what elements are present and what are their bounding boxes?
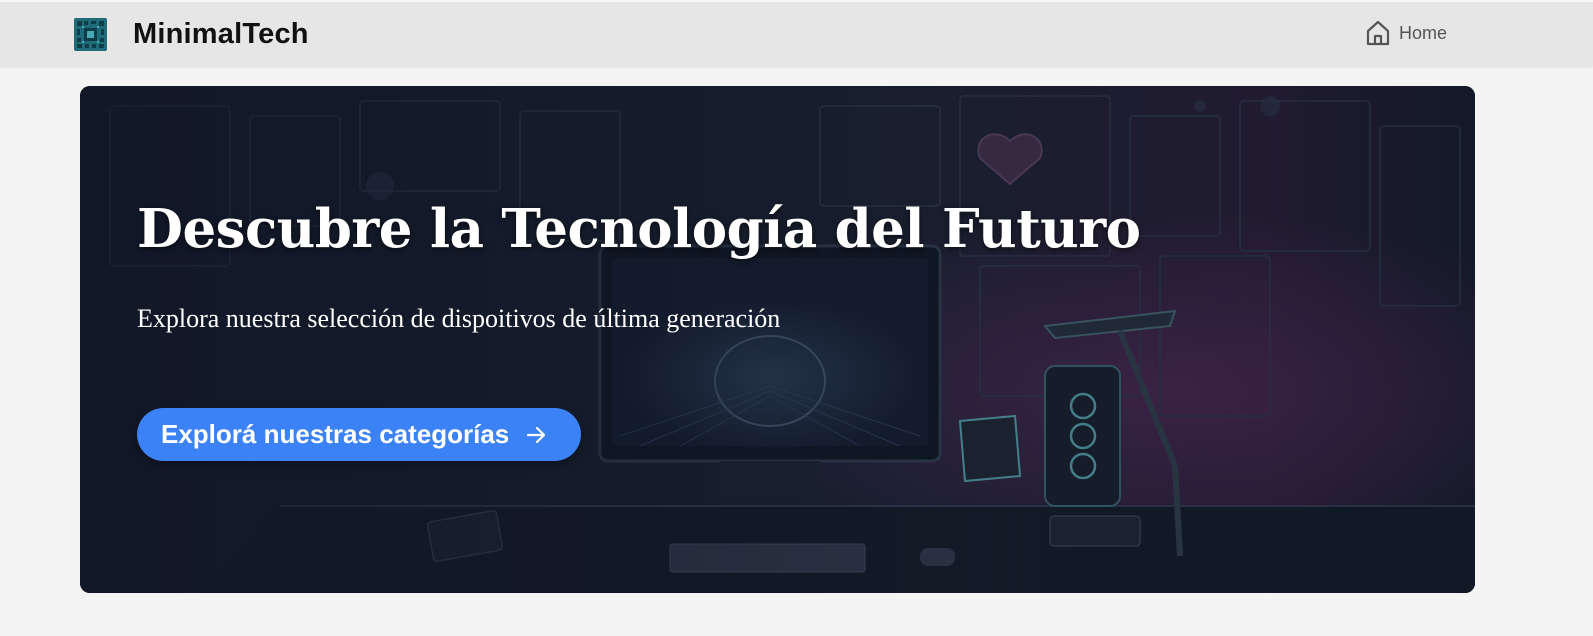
brand[interactable]: MinimalTech — [74, 16, 309, 52]
brand-name: MinimalTech — [133, 18, 309, 50]
top-navbar: MinimalTech Home — [0, 0, 1593, 66]
hero-banner: Descubre la Tecnología del Futuro Explor… — [80, 86, 1475, 593]
explore-categories-label: Explorá nuestras categorías — [161, 419, 510, 449]
house-icon — [1366, 20, 1390, 46]
hero-subtitle: Explora nuestra selección de dispoitivos… — [137, 304, 781, 333]
hero-background-image — [80, 86, 1475, 593]
hero-title: Descubre la Tecnología del Futuro — [137, 198, 1141, 260]
explore-categories-button[interactable]: Explorá nuestras categorías — [137, 408, 581, 461]
nav-home-label: Home — [1398, 22, 1447, 43]
nav-home-link[interactable]: Home — [1365, 19, 1447, 47]
circuit-chip-icon — [74, 17, 107, 51]
arrow-right-icon — [527, 426, 546, 443]
